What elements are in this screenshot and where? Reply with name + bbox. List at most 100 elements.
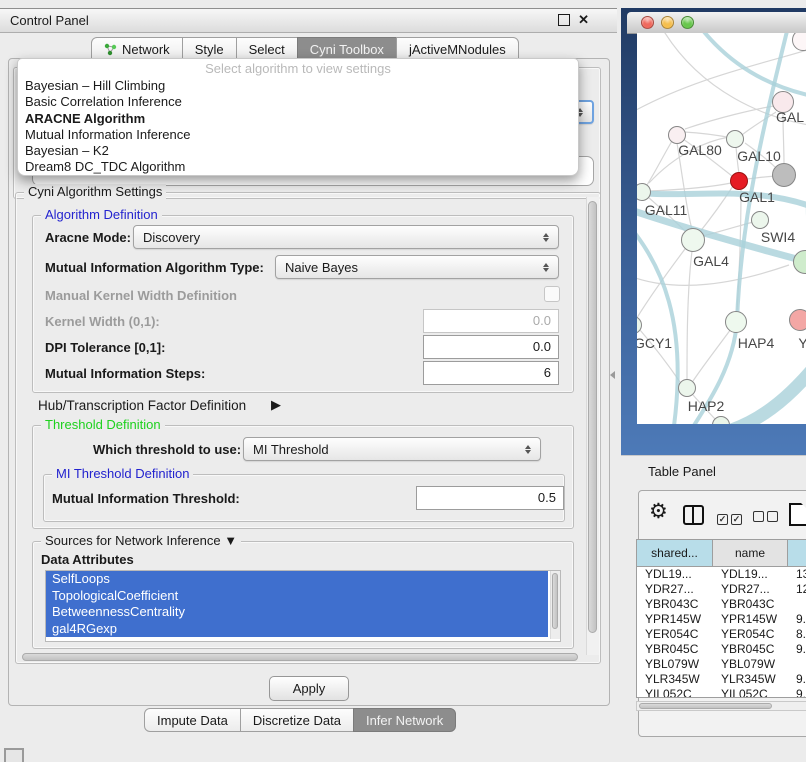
mi-type-label: Mutual Information Algorithm Type: [45,260,264,275]
table-cell: 9. [788,687,806,697]
settings-vscrollbar[interactable] [586,197,599,655]
gear-icon[interactable]: ⚙ [649,501,668,522]
close-light-icon[interactable] [641,16,654,29]
table-cell: YER054C [713,627,788,642]
table-cell: 13 [788,567,806,582]
node-y[interactable] [789,309,806,331]
attributes-vscrollbar[interactable] [550,571,560,639]
node-unlabeled[interactable] [772,163,796,187]
table-cell: YPR145W [713,612,788,627]
node-gal1[interactable] [730,172,748,190]
control-panel-window: Control Panel ✕ NetworkStyleSelectCyni T… [0,8,617,738]
expander-arrow-icon[interactable]: ▶ [271,397,281,413]
table-row[interactable]: YER054CYER054C8. [637,627,806,642]
splitter-handle[interactable] [610,371,615,379]
unchecked-boxes-icon[interactable] [753,509,781,527]
data-attributes-list[interactable]: SelfLoopsTopologicalCoefficientBetweenne… [45,570,561,642]
tab-label-infer-network: Infer Network [366,713,443,728]
data-attributes-label: Data Attributes [41,552,134,567]
column-header-a[interactable]: A [788,540,806,566]
algorithm-option-mutual-information-inference[interactable]: Mutual Information Inference [18,127,578,143]
node-label-y: Y [798,335,806,351]
sources-title: Sources for Network Inference ▼ [41,533,241,548]
sources-title-text: Sources for Network Inference [45,533,221,548]
network-window-titlebar[interactable] [627,12,806,34]
algorithm-option-basic-correlation-inference[interactable]: Basic Correlation Inference [18,94,578,110]
mi-type-select[interactable]: Naive Bayes [275,255,559,279]
table-cell: YDR27... [713,582,788,597]
network-canvas[interactable]: GALGAL80GAL10GAL1GAL11SWI4GAL4GCY1HAP4YH… [637,33,806,424]
node-gal10[interactable] [726,130,744,148]
threshold-definition-title: Threshold Definition [41,417,165,432]
document-icon[interactable] [789,503,806,526]
mi-threshold-field[interactable]: 0.5 [416,486,564,510]
hub-definition-expander-label[interactable]: Hub/Transcription Factor Definition [38,398,246,413]
column-header-name[interactable]: name [713,540,788,566]
algorithm-option-bayesian-k2[interactable]: Bayesian – K2 [18,143,578,159]
node-swi4[interactable] [751,211,769,229]
dpi-tolerance-field[interactable]: 0.0 [423,335,559,359]
table-row[interactable]: YBR045CYBR045C9. [637,642,806,657]
aracne-mode-label: Aracne Mode: [45,230,131,245]
node-table: shared...nameA YDL19...YDL19...13YDR27..… [636,539,806,698]
node-hap4[interactable] [725,311,747,333]
tab-label-style: Style [195,42,224,57]
sources-group: Sources for Network Inference ▼ Data Att… [32,541,574,649]
table-row[interactable]: YLR345WYLR345W9. [637,672,806,687]
dropdown-list: Bayesian – Hill ClimbingBasic Correlatio… [18,78,578,176]
table-cell: 9. [788,612,806,627]
table-cell: 12 [788,582,806,597]
apply-button[interactable]: Apply [269,676,349,701]
table-cell: 9. [788,642,806,657]
table-hscrollbar[interactable] [636,701,806,711]
collapsed-panel-icon[interactable] [4,748,24,762]
split-columns-icon[interactable] [683,505,704,525]
panel-separator [621,455,806,456]
attribute-item-selfloops[interactable]: SelfLoops [46,571,548,588]
table-cell: YBR043C [637,597,713,612]
table-cell [788,657,806,672]
node-label-gcy1: GCY1 [637,335,672,351]
algorithm-option-dream8-dc-tdc-algorithm[interactable]: Dream8 DC_TDC Algorithm [18,159,578,175]
algorithm-option-bayesian-hill-climbing[interactable]: Bayesian – Hill Climbing [18,78,578,94]
table-row[interactable]: YPR145WYPR145W9. [637,612,806,627]
attribute-item-topologicalcoefficient[interactable]: TopologicalCoefficient [46,588,548,605]
which-threshold-select[interactable]: MI Threshold [243,437,541,461]
table-row[interactable]: YDR27...YDR27...12 [637,582,806,597]
algorithm-option-aracne-algorithm[interactable]: ARACNE Algorithm [18,111,578,127]
float-window-icon[interactable] [558,14,570,26]
table-row[interactable]: YDL19...YDL19...13 [637,567,806,582]
tab-infer-network[interactable]: Infer Network [353,708,456,732]
mi-threshold-definition-title: MI Threshold Definition [52,466,193,481]
table-cell: 9. [788,672,806,687]
tab-impute-data[interactable]: Impute Data [144,708,241,732]
zoom-light-icon[interactable] [681,16,694,29]
table-row[interactable]: YBL079WYBL079W [637,657,806,672]
settings-hscrollbar[interactable] [22,653,582,661]
table-header-row: shared...nameA [637,540,806,567]
table-row[interactable]: YIL052CYIL052C9. [637,687,806,697]
close-icon[interactable]: ✕ [578,13,589,27]
attribute-item-betweennesscentrality[interactable]: BetweennessCentrality [46,604,548,621]
threshold-definition-group: Threshold Definition Which threshold to … [32,425,574,529]
collapse-arrow-icon[interactable]: ▼ [224,533,237,548]
cyni-mode-tabs: Impute DataDiscretize Data Infer Network [145,708,456,732]
attribute-item-gal4rgexp[interactable]: gal4RGexp [46,621,548,638]
node-gal4[interactable] [681,228,705,252]
table-row[interactable]: YBR043CYBR043C [637,597,806,612]
tab-discretize-data[interactable]: Discretize Data [240,708,354,732]
which-threshold-label: Which threshold to use: [93,442,241,457]
network-window[interactable]: GALGAL80GAL10GAL1GAL11SWI4GAL4GCY1HAP4YH… [621,8,806,455]
table-cell: YLR345W [637,672,713,687]
aracne-mode-select[interactable]: Discovery [133,225,559,249]
mi-steps-field[interactable]: 6 [423,361,559,385]
screenshot-root: Control Panel ✕ NetworkStyleSelectCyni T… [0,0,806,762]
checked-boxes-icon[interactable]: ✓✓ [717,509,745,527]
node-hap2[interactable] [678,379,696,397]
table-cell: YBR045C [713,642,788,657]
kernel-width-field[interactable]: 0.0 [423,309,559,333]
minimize-light-icon[interactable] [661,16,674,29]
column-header-shared[interactable]: shared... [637,540,713,566]
manual-kernel-checkbox[interactable] [544,286,560,302]
table-panel-title: Table Panel [648,464,716,479]
